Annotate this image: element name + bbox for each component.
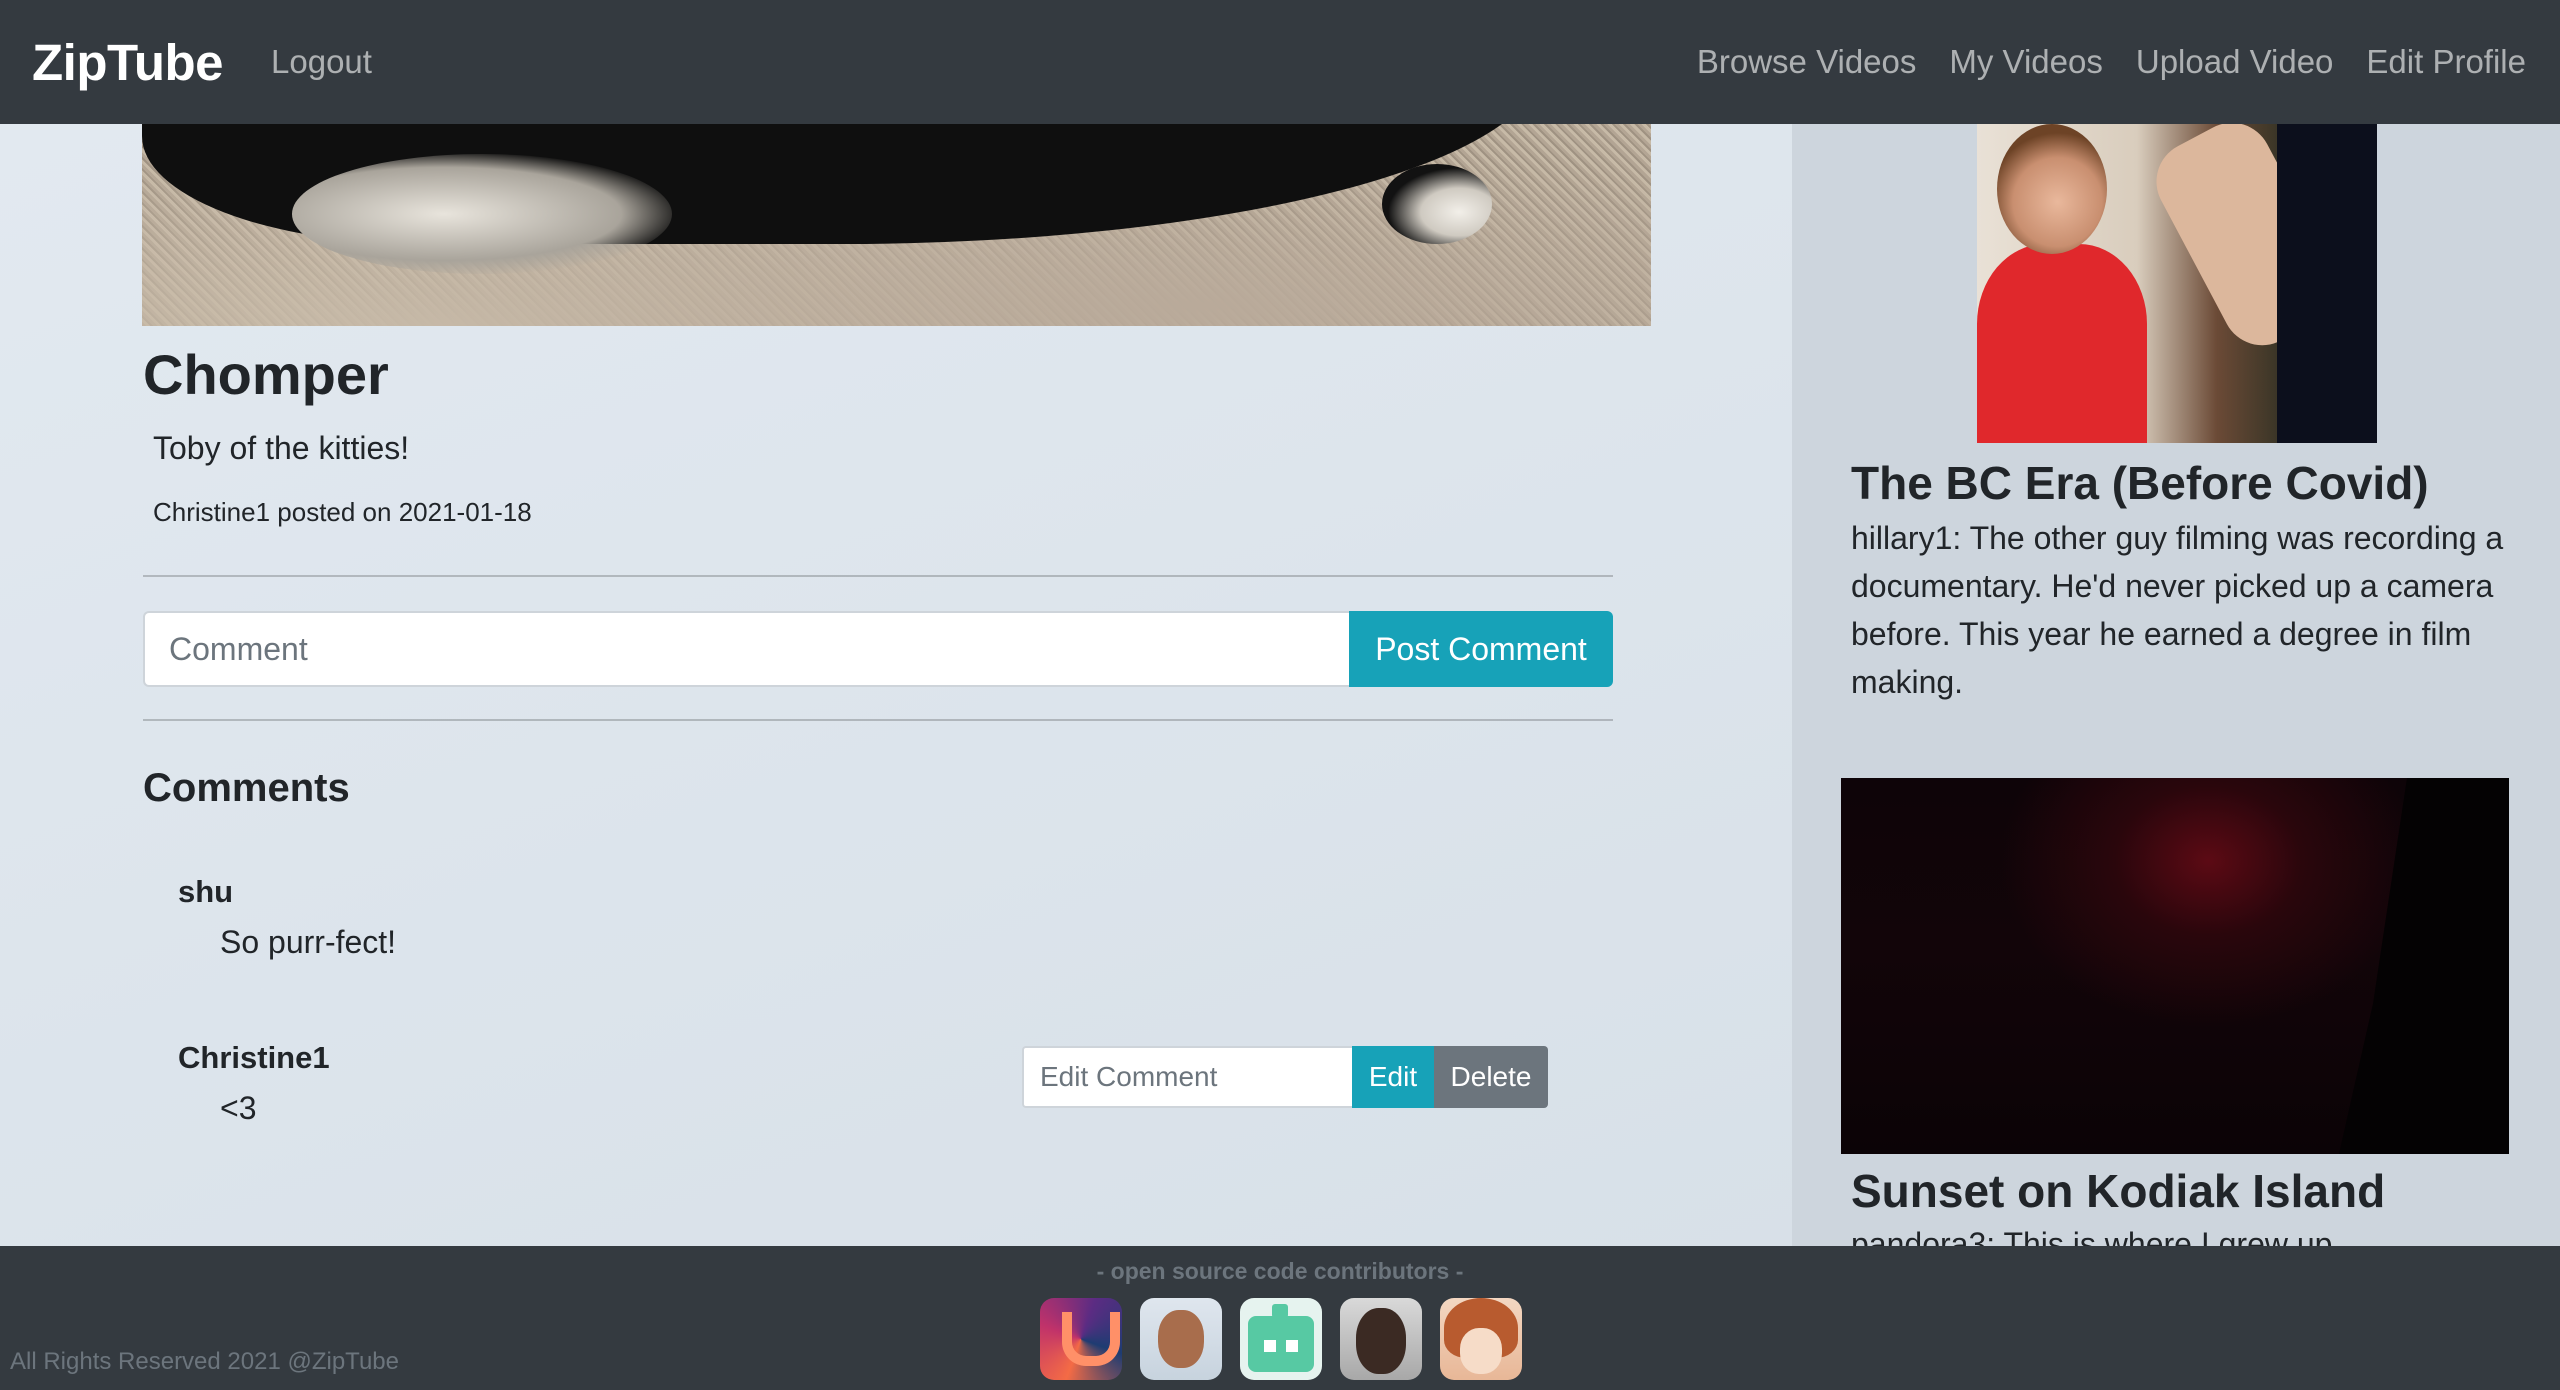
robot-eye-icon xyxy=(1264,1340,1276,1352)
comment-text: <3 xyxy=(220,1090,257,1126)
comments-heading: Comments xyxy=(143,766,350,810)
nav-links: Browse Videos My Videos Upload Video Edi… xyxy=(1697,43,2526,81)
nav-browse-videos[interactable]: Browse Videos xyxy=(1697,43,1917,81)
edit-comment-button[interactable]: Edit xyxy=(1352,1046,1434,1108)
edit-comment-form: Edit Delete xyxy=(1022,1046,1548,1108)
related-video-thumbnail[interactable] xyxy=(1977,124,2377,443)
comment-item: Christine1 <3 xyxy=(178,1040,330,1127)
logout-link[interactable]: Logout xyxy=(271,43,372,81)
main-content: Chomper Toby of the kitties! Christine1 … xyxy=(0,124,2560,1246)
contributor-avatar-logo[interactable] xyxy=(1040,1298,1122,1380)
related-video-thumbnail[interactable] xyxy=(1841,778,2509,1154)
contributor-avatars xyxy=(1040,1298,1522,1380)
thumbnail-shadow xyxy=(2277,124,2377,443)
thumbnail-figure xyxy=(1977,244,2147,443)
related-video-description: pandora3: This is where I grew up. xyxy=(1851,1226,2342,1246)
contributor-avatar[interactable] xyxy=(1340,1298,1422,1380)
video-title: Chomper xyxy=(143,343,389,406)
comment-item: shu So purr-fect! xyxy=(178,874,396,961)
divider xyxy=(143,575,1613,577)
comment-form: Post Comment xyxy=(143,611,1613,687)
copyright-text: All Rights Reserved 2021 @ZipTube xyxy=(10,1348,399,1375)
comment-author: shu xyxy=(178,874,234,909)
contributor-avatar-anime[interactable] xyxy=(1440,1298,1522,1380)
related-video-description: hillary1: The other guy filming was reco… xyxy=(1851,520,2504,700)
edit-comment-input[interactable] xyxy=(1022,1046,1352,1108)
video-description: Toby of the kitties! xyxy=(153,430,410,466)
video-meta: Christine1 posted on 2021-01-18 xyxy=(153,497,532,527)
navbar: ZipTube Logout Browse Videos My Videos U… xyxy=(0,0,2560,124)
video-frame-fur xyxy=(292,154,672,274)
nav-upload-video[interactable]: Upload Video xyxy=(2136,43,2334,81)
related-video-title[interactable]: Sunset on Kodiak Island xyxy=(1851,1164,2385,1218)
footer: - open source code contributors - All Ri… xyxy=(0,1246,2560,1390)
thumbnail-figure-head xyxy=(1997,124,2107,254)
comment-text: So purr-fect! xyxy=(220,924,397,960)
contributor-avatar-robot[interactable] xyxy=(1240,1298,1322,1380)
video-player[interactable] xyxy=(142,124,1651,326)
robot-eye-icon xyxy=(1286,1340,1298,1352)
nav-my-videos[interactable]: My Videos xyxy=(1949,43,2102,81)
video-frame-paw xyxy=(1382,164,1492,244)
brand-logo[interactable]: ZipTube xyxy=(32,33,224,92)
divider xyxy=(143,719,1613,721)
comment-author: Christine1 xyxy=(178,1040,330,1075)
related-video-title[interactable]: The BC Era (Before Covid) xyxy=(1851,456,2429,510)
nav-edit-profile[interactable]: Edit Profile xyxy=(2366,43,2526,81)
post-comment-button[interactable]: Post Comment xyxy=(1349,611,1613,687)
contributors-label: - open source code contributors - xyxy=(1096,1258,1464,1284)
thumbnail-cliff xyxy=(2339,778,2509,1154)
contributor-avatar[interactable] xyxy=(1140,1298,1222,1380)
delete-comment-button[interactable]: Delete xyxy=(1434,1046,1548,1108)
related-videos-sidebar: The BC Era (Before Covid) hillary1: The … xyxy=(1792,124,2560,1246)
comment-input[interactable] xyxy=(143,611,1349,687)
